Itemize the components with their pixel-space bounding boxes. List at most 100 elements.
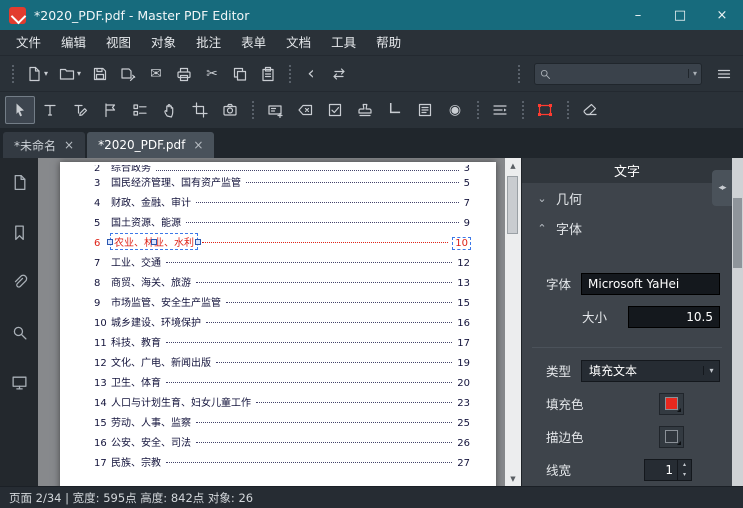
search-caret-icon[interactable]: ▾ [687,69,697,78]
toc-title[interactable]: 劳动、人事、监察 [111,414,191,429]
panel-collapse-toggle[interactable]: ◂▸ [712,170,732,206]
toc-title[interactable]: 人口与计划生育、妇女儿童工作 [111,394,251,409]
fill-type-select[interactable]: 填充文本 ▾ [581,359,720,382]
close-tab-icon[interactable]: × [64,138,74,152]
bookmarks-icon[interactable] [7,220,31,244]
toc-page-number[interactable]: 13 [457,278,470,289]
toc-title[interactable]: 卫生、体育 [111,374,161,389]
toc-title[interactable]: 公安、安全、司法 [111,434,191,449]
toc-row[interactable]: 16 公安、安全、司法 26 [94,434,470,454]
radio-button-tool[interactable]: ◉ [440,96,470,124]
measure-angle-tool[interactable]: ∟ [380,96,410,124]
toc-row[interactable]: 15 劳动、人事、监察 25 [94,414,470,434]
document-scrollbar[interactable]: ▲ ▼ [505,158,521,486]
minimize-button[interactable]: – [617,0,659,30]
menu-item[interactable]: 文档 [276,30,321,56]
open-caret-icon[interactable]: ▾ [77,69,86,78]
panel-scrollbar-thumb[interactable] [733,198,742,268]
fields-list-tool[interactable] [125,96,155,124]
list-field-tool[interactable] [410,96,440,124]
select-tool[interactable] [5,96,35,124]
button-field-tool[interactable] [290,96,320,124]
toc-row[interactable]: 13 卫生、体育 20 [94,374,470,394]
maximize-button[interactable]: □ [659,0,701,30]
scroll-up-icon[interactable]: ▲ [505,158,521,173]
arrange-tool[interactable] [485,96,515,124]
attachments-icon[interactable] [7,270,31,294]
toolbar-grip[interactable] [564,101,571,119]
thumbnails-icon[interactable] [7,170,31,194]
back-button[interactable]: ‹ [297,61,325,87]
print-button[interactable] [170,61,198,87]
toc-title[interactable]: 城乡建设、环境保护 [111,314,201,329]
panel-scrollbar[interactable] [732,158,743,486]
hand-tool[interactable] [155,96,185,124]
font-size-input[interactable] [628,305,720,328]
toc-row[interactable]: 17 民族、宗教 27 [94,454,470,474]
toolbar-grip[interactable] [519,101,526,119]
toolbar-grip[interactable] [249,101,256,119]
toc-title[interactable]: 科技、教育 [111,334,161,349]
close-tab-icon[interactable]: × [193,138,203,152]
line-width-spinner[interactable]: 1 ▴ ▾ [644,458,692,481]
toc-title[interactable]: 农业、林业、水利 [107,233,201,250]
menu-item[interactable]: 工具 [321,30,366,56]
toc-row[interactable]: 6 农业、林业、水利 10 [94,233,471,254]
section-font[interactable]: ⌃ 字体 [522,213,732,243]
new-document-caret-icon[interactable]: ▾ [44,69,53,78]
toc-page-number[interactable]: 3 [464,165,470,174]
snapshot-tool[interactable] [215,96,245,124]
toc-title[interactable]: 国民经济管理、国有资产监管 [111,174,241,189]
crop-tool[interactable] [185,96,215,124]
close-button[interactable]: × [701,0,743,30]
toc-row[interactable]: 10 城乡建设、环境保护 16 [94,314,470,334]
toc-page-number[interactable]: 10 [452,237,471,250]
toc-row[interactable]: 12 文化、广电、新闻出版 19 [94,354,470,374]
cut-button[interactable]: ✂ [198,61,226,87]
spin-down-icon[interactable]: ▾ [678,470,691,480]
toc-row[interactable]: 8 商贸、海关、旅游 13 [94,274,470,294]
menu-item[interactable]: 对象 [141,30,186,56]
text-select-tool[interactable] [35,96,65,124]
toc-page-number[interactable]: 5 [464,178,470,189]
toc-page-number[interactable]: 26 [457,438,470,449]
selection-handle[interactable] [107,238,113,245]
checkbox-tool[interactable] [320,96,350,124]
toc-page-number[interactable]: 9 [464,218,470,229]
search-box[interactable]: ▾ [534,62,702,85]
toc-title[interactable]: 工业、交通 [111,254,161,269]
toc-page-number[interactable]: 16 [457,318,470,329]
toolbar-grip[interactable] [515,64,522,83]
save-as-button[interactable] [114,61,142,87]
copy-button[interactable] [226,61,254,87]
selection-handle[interactable] [151,238,157,245]
toc-page-number[interactable]: 20 [457,378,470,389]
paste-button[interactable] [254,61,282,87]
toc-row[interactable]: 11 科技、教育 17 [94,334,470,354]
toc-row[interactable]: 7 工业、交通 12 [94,254,470,274]
menu-item[interactable]: 视图 [96,30,141,56]
menu-item[interactable]: 文件 [6,30,51,56]
toc-page-number[interactable]: 17 [457,338,470,349]
toc-title[interactable]: 文化、广电、新闻出版 [111,354,211,369]
toc-title[interactable]: 市场监管、安全生产监管 [111,294,221,309]
menu-item[interactable]: 批注 [186,30,231,56]
edit-text-tool[interactable] [65,96,95,124]
menu-item[interactable]: 编辑 [51,30,96,56]
document-tab[interactable]: *2020_PDF.pdf × [87,132,215,158]
spin-up-icon[interactable]: ▴ [678,460,691,470]
menu-item[interactable]: 帮助 [366,30,411,56]
document-tab[interactable]: *未命名 × [3,132,86,158]
toc-page-number[interactable]: 25 [457,418,470,429]
font-family-input[interactable] [581,272,720,295]
toc-row[interactable]: 14 人口与计划生育、妇女儿童工作 23 [94,394,470,414]
text-field-tool[interactable] [260,96,290,124]
toc-title[interactable]: 国土资源、能源 [111,214,181,229]
toc-page-number[interactable]: 15 [457,298,470,309]
swap-view-button[interactable] [325,61,353,87]
edit-forms-tool[interactable] [95,96,125,124]
overflow-menu-button[interactable] [710,61,738,87]
toolbar-grip[interactable] [9,64,16,83]
search-input[interactable] [551,66,688,81]
toc-title[interactable]: 商贸、海关、旅游 [111,274,191,289]
